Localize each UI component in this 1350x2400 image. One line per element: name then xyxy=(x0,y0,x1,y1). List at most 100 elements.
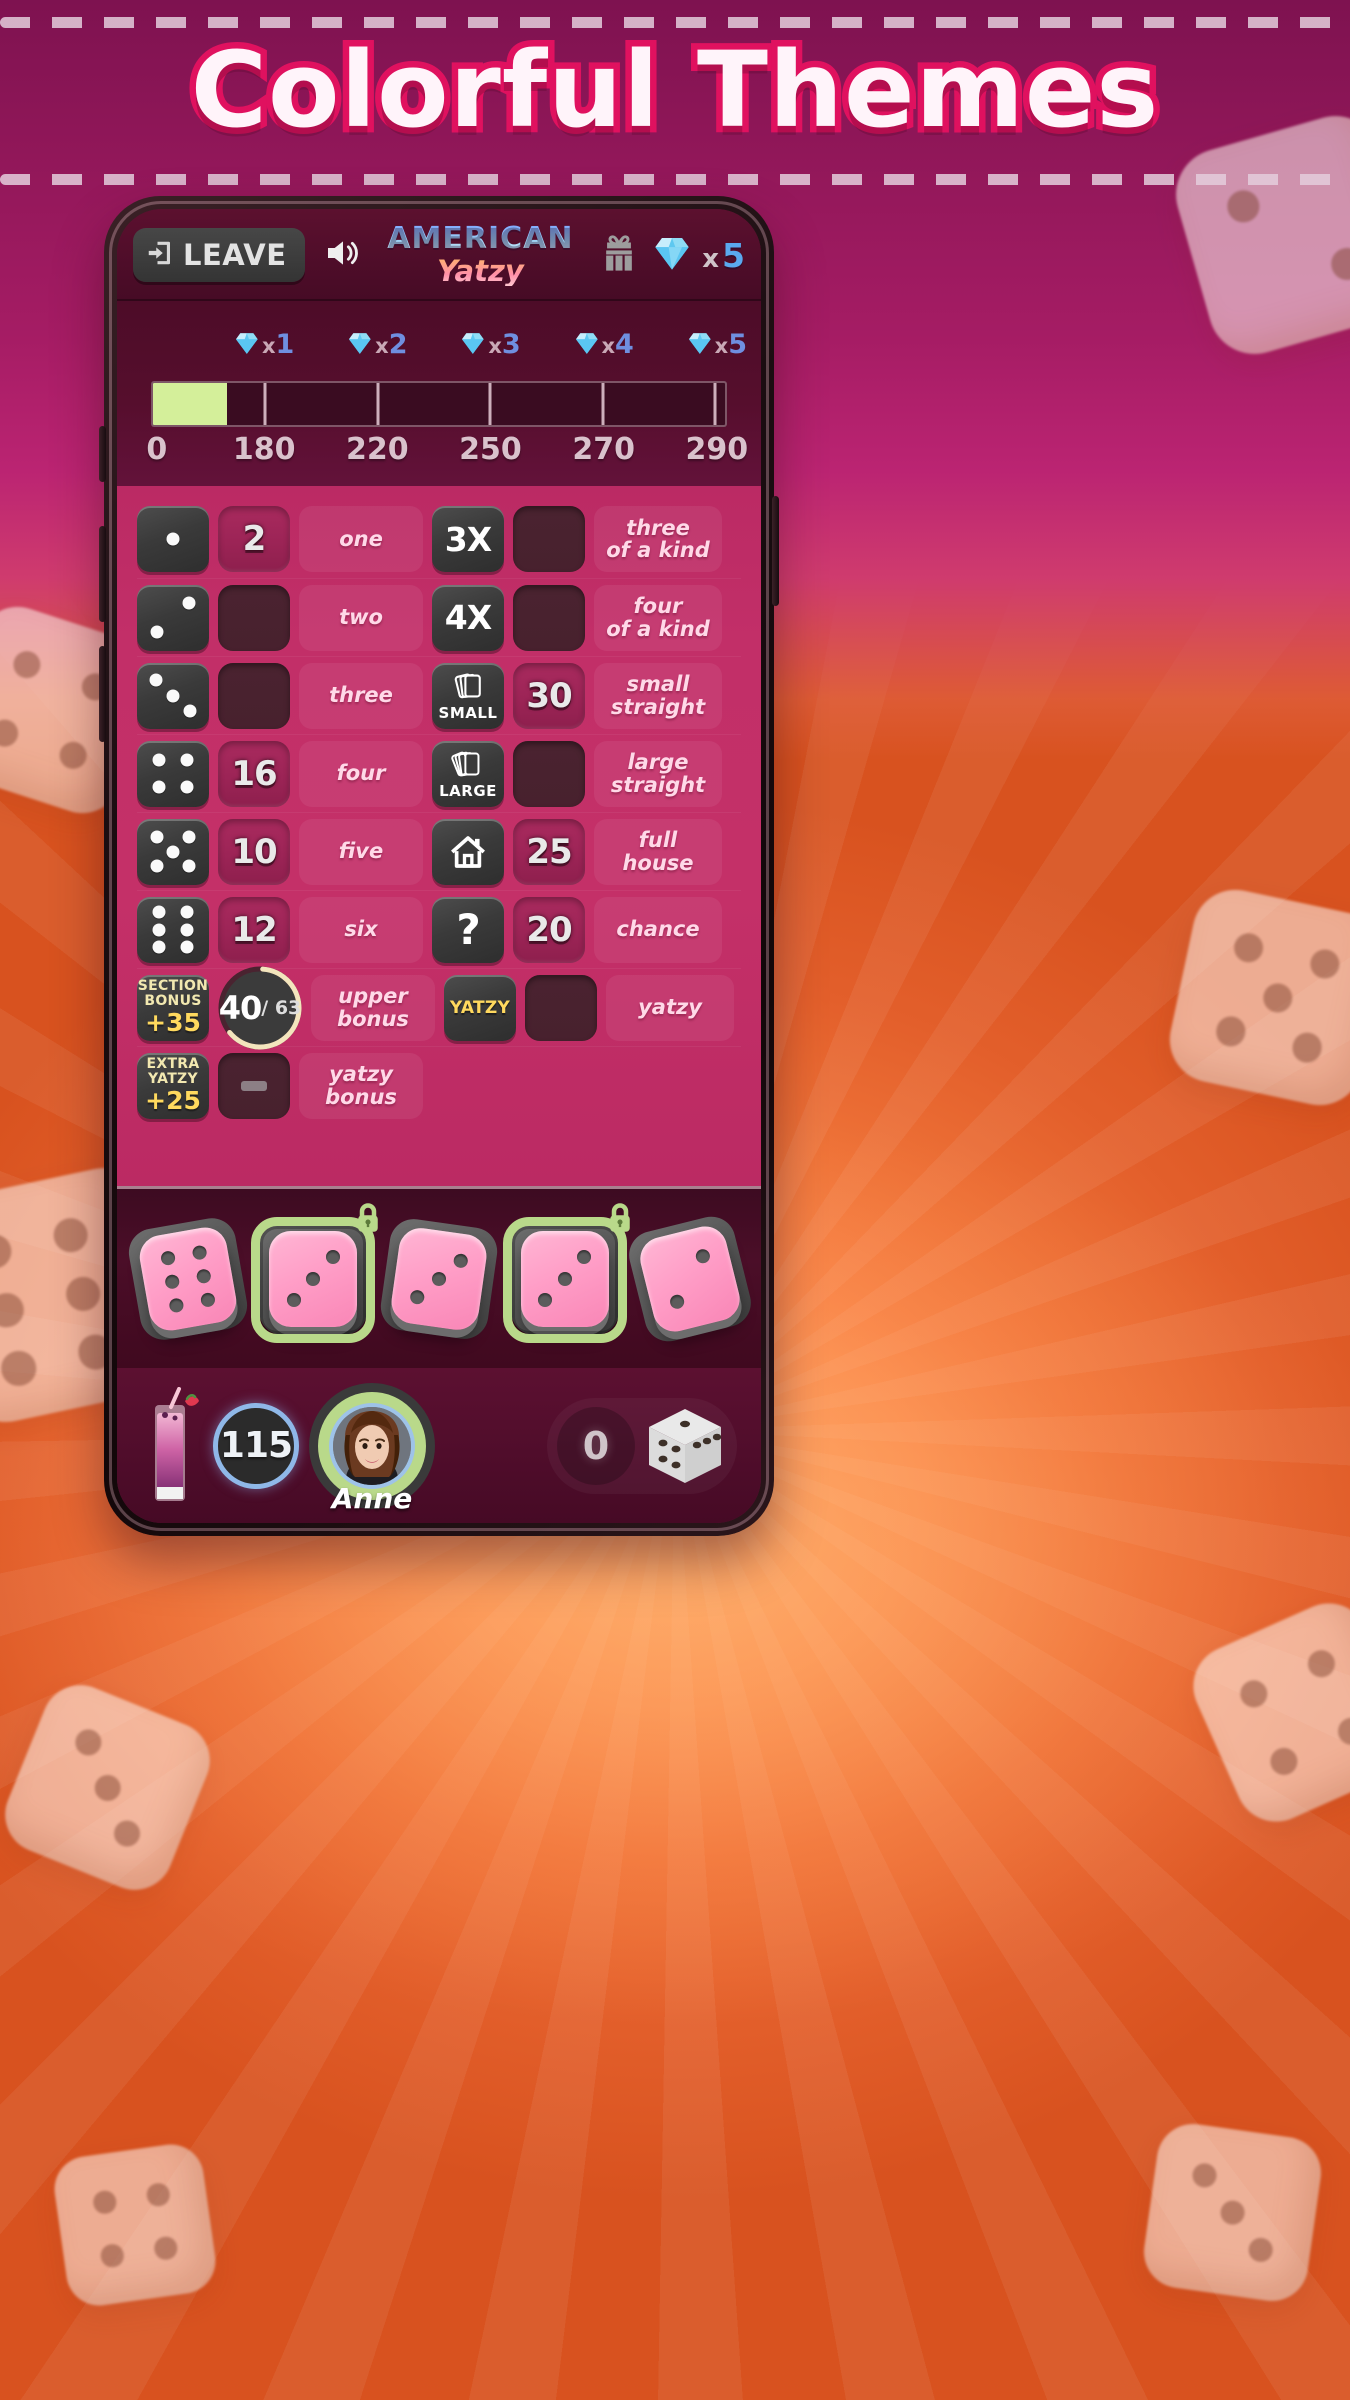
score-box-chance[interactable]: 20 xyxy=(513,896,585,963)
progress-bar-divider xyxy=(601,383,604,425)
game-title-top: AMERICAN xyxy=(365,224,597,254)
chance-icon: ? xyxy=(432,896,504,963)
category-label-three[interactable]: three xyxy=(299,662,423,729)
category-label-chance[interactable]: chance xyxy=(594,896,722,963)
category-label-two[interactable]: two xyxy=(299,584,423,651)
score-box-yatzy-bonus[interactable] xyxy=(218,1052,290,1119)
rolls-remaining-badge: 0 xyxy=(557,1406,635,1485)
category-label-five[interactable]: five xyxy=(299,818,423,885)
banner-dashed-line-top xyxy=(0,17,1350,28)
sound-toggle-button[interactable] xyxy=(321,233,365,277)
smoothie-drink-icon[interactable] xyxy=(141,1386,203,1505)
progress-label-290: 290 xyxy=(685,432,749,467)
gift-box-icon[interactable] xyxy=(596,231,642,279)
score-box-one-value: 2 xyxy=(242,519,267,559)
progress-bar-divider xyxy=(713,383,717,425)
score-box-large-straight[interactable] xyxy=(513,740,585,807)
die-top-face xyxy=(136,1223,240,1334)
avatar-photo xyxy=(333,1406,411,1485)
progress-bar-divider xyxy=(263,383,267,425)
tray-die-2[interactable] xyxy=(251,1202,379,1343)
category-label-small-straight[interactable]: small straight xyxy=(594,662,722,729)
score-box-yatzy[interactable] xyxy=(525,974,597,1041)
progress-label-270: 270 xyxy=(572,432,635,467)
score-box-one[interactable]: 2 xyxy=(218,506,290,572)
bottom-bar: 115 Anne 0 xyxy=(117,1368,761,1523)
exit-door-icon xyxy=(145,238,175,272)
player-score-value: 115 xyxy=(219,1425,293,1466)
leave-button[interactable]: LEAVE xyxy=(133,228,305,282)
leave-button-label: LEAVE xyxy=(183,238,287,272)
scorecard-row: 12 six? 20 chance xyxy=(137,890,741,968)
tray-die-3[interactable] xyxy=(377,1215,501,1342)
upper-bonus-current: 40 xyxy=(218,988,263,1027)
score-box-six[interactable]: 12 xyxy=(218,896,290,963)
player-score-badge: 115 xyxy=(213,1402,299,1489)
scorecard-row: three SMALL 30 small straight xyxy=(137,656,741,734)
banner-title: Colorful Themes xyxy=(184,24,1165,157)
gem-milestone-1: x1 xyxy=(234,329,294,360)
score-box-five[interactable]: 10 xyxy=(218,818,290,885)
diamond-icon xyxy=(687,330,713,360)
diamond-icon xyxy=(573,330,599,360)
gem-multiplier-symbol: x xyxy=(702,243,720,274)
player-name: Anne xyxy=(331,1481,413,1515)
progress-bar xyxy=(151,381,727,427)
progress-label-220: 220 xyxy=(346,432,409,467)
phone-volume-down-button xyxy=(99,646,106,742)
section-bonus-icon: SECTION BONUS +35 xyxy=(137,974,209,1041)
category-label-full-house[interactable]: full house xyxy=(594,818,722,885)
progress-label-250: 250 xyxy=(459,432,522,467)
scorecard-row: two 4X four of a kind xyxy=(137,578,741,656)
category-label-six[interactable]: six xyxy=(299,896,423,963)
score-box-small-straight[interactable]: 30 xyxy=(513,662,585,729)
score-box-six-value: 12 xyxy=(231,909,277,950)
category-label-four-of-a-kind[interactable]: four of a kind xyxy=(594,584,722,651)
rolls-remaining-value: 0 xyxy=(582,1423,610,1468)
diamond-icon xyxy=(460,330,486,360)
score-box-two[interactable] xyxy=(218,584,290,651)
small-straight-icon: SMALL xyxy=(432,662,504,729)
banner-dashed-line-bottom xyxy=(0,174,1350,185)
tray-die-4[interactable] xyxy=(502,1202,630,1343)
phone-mute-switch xyxy=(99,426,106,482)
category-label-large-straight[interactable]: large straight xyxy=(594,740,722,807)
die-face-5-icon xyxy=(137,818,209,885)
large-straight-icon: LARGE xyxy=(432,740,504,807)
scorecard: 2 one 3X three of a kind two 4X four of a kind th… xyxy=(117,486,761,1186)
avatar[interactable]: Anne xyxy=(309,1382,435,1515)
category-label-upper-bonus[interactable]: upper bonus xyxy=(311,974,435,1041)
progress-bar-divider xyxy=(488,383,492,425)
die-face-1-icon xyxy=(137,506,209,572)
scorecard-row: 2 one 3X three of a kind xyxy=(137,500,741,578)
tray-die-1[interactable] xyxy=(124,1213,251,1344)
full-house-icon xyxy=(432,818,504,885)
score-box-full-house[interactable]: 25 xyxy=(513,818,585,885)
four-of-a-kind-icon-label: 4X xyxy=(444,598,492,637)
extra-yatzy-icon: EXTRA YATZY +25 xyxy=(137,1052,209,1119)
game-header: LEAVE AMERICAN Yatzy x 5 xyxy=(117,209,761,301)
gem-milestone-2: x2 xyxy=(347,329,407,360)
header-right-group: x 5 xyxy=(596,231,745,279)
category-label-one[interactable]: one xyxy=(299,506,423,572)
tray-die-5[interactable] xyxy=(624,1211,757,1346)
padlock-icon xyxy=(601,1201,639,1237)
progress-bar-fill xyxy=(153,383,228,425)
diamond-icon xyxy=(652,233,692,277)
score-box-three-of-a-kind[interactable] xyxy=(513,506,585,572)
die-face-6-icon xyxy=(137,896,209,963)
upper-bonus-progress-ring[interactable]: 40/ 63 xyxy=(218,965,302,1050)
roll-button[interactable]: 0 xyxy=(547,1397,737,1494)
gem-multiplier-value: 5 xyxy=(722,235,745,275)
game-screen: LEAVE AMERICAN Yatzy x 5 x 1 x 2 x 3 x 4… xyxy=(117,209,761,1523)
diamond-icon xyxy=(347,330,373,360)
category-label-yatzy[interactable]: yatzy xyxy=(606,974,734,1041)
gem-marker-row: x1 x2 x3 x4 x5 xyxy=(151,323,747,375)
category-label-four[interactable]: four xyxy=(299,740,423,807)
score-box-four[interactable]: 16 xyxy=(218,740,290,807)
category-label-three-of-a-kind[interactable]: three of a kind xyxy=(594,506,722,572)
score-box-three[interactable] xyxy=(218,662,290,729)
score-box-four-of-a-kind[interactable] xyxy=(513,584,585,651)
category-label-yatzy-bonus[interactable]: yatzy bonus xyxy=(299,1052,423,1119)
extra-yatzy-icon-line1: EXTRA xyxy=(146,1056,200,1073)
